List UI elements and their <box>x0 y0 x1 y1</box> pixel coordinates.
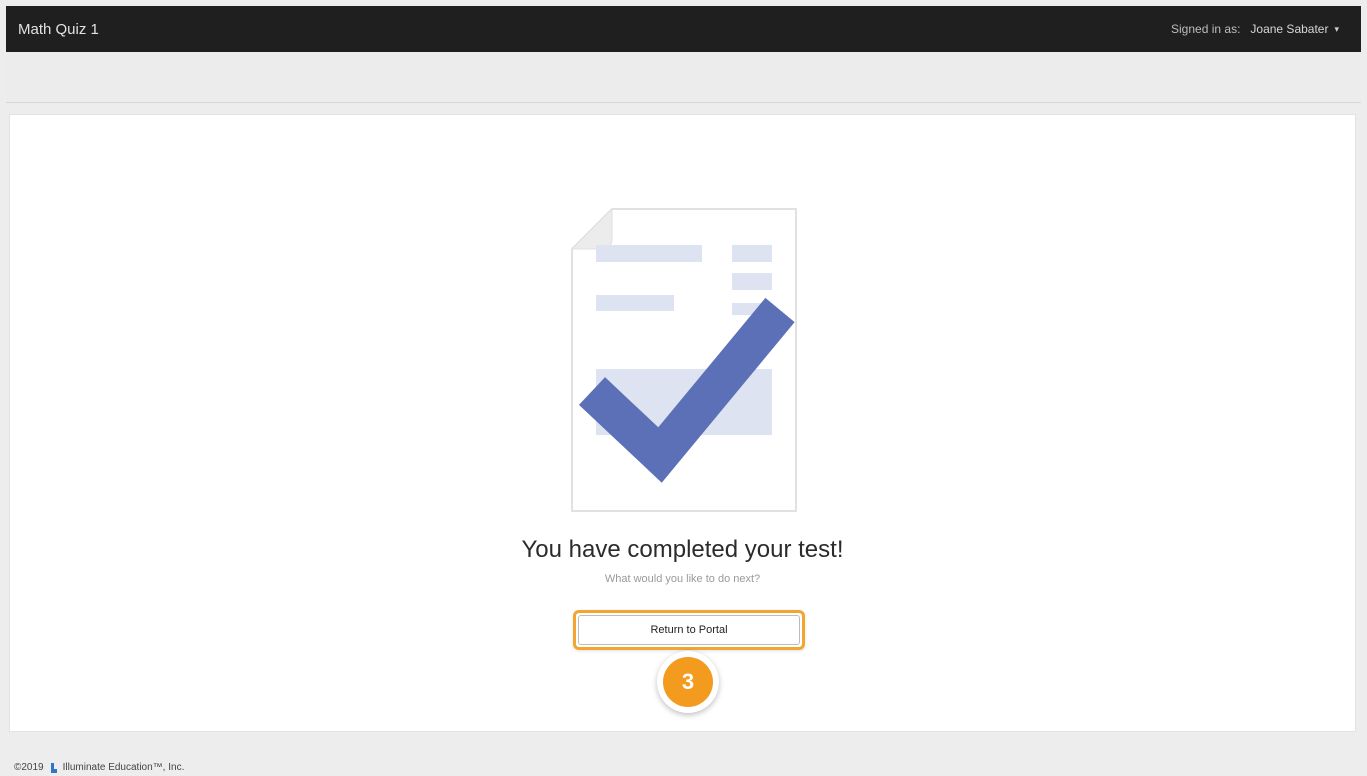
user-name[interactable]: Joane Sabater <box>1250 22 1328 36</box>
completion-subheading: What would you like to do next? <box>604 573 761 585</box>
return-to-portal-label: Return to Portal <box>578 615 800 645</box>
document-line <box>732 245 772 262</box>
document-corner-fold <box>570 207 613 250</box>
completion-card: You have completed your test! What would… <box>9 114 1356 732</box>
company-name: Illuminate Education™, Inc. <box>62 762 185 773</box>
illuminate-logo-icon <box>50 762 57 773</box>
top-navigation-bar: Math Quiz 1 Signed in as: Joane Sabater … <box>6 6 1361 52</box>
step-badge: 3 <box>657 651 719 713</box>
signed-in-label: Signed in as: <box>1171 22 1241 36</box>
document-checkmark-icon <box>570 207 797 512</box>
copyright-year: ©2019 <box>14 762 44 773</box>
document-line <box>596 245 702 262</box>
toolbar-strip <box>6 52 1361 103</box>
chevron-down-icon[interactable]: ▾ <box>1334 24 1339 35</box>
return-to-portal-button[interactable]: Return to Portal <box>573 610 805 650</box>
document-line <box>596 295 674 311</box>
footer: ©2019 Illuminate Education™, Inc. <box>14 762 184 773</box>
step-number: 3 <box>663 657 713 707</box>
app-title: Math Quiz 1 <box>18 20 99 38</box>
document-line <box>732 273 772 290</box>
completion-heading: You have completed your test! <box>521 536 844 563</box>
user-menu[interactable]: Signed in as: Joane Sabater ▾ <box>1171 22 1339 36</box>
